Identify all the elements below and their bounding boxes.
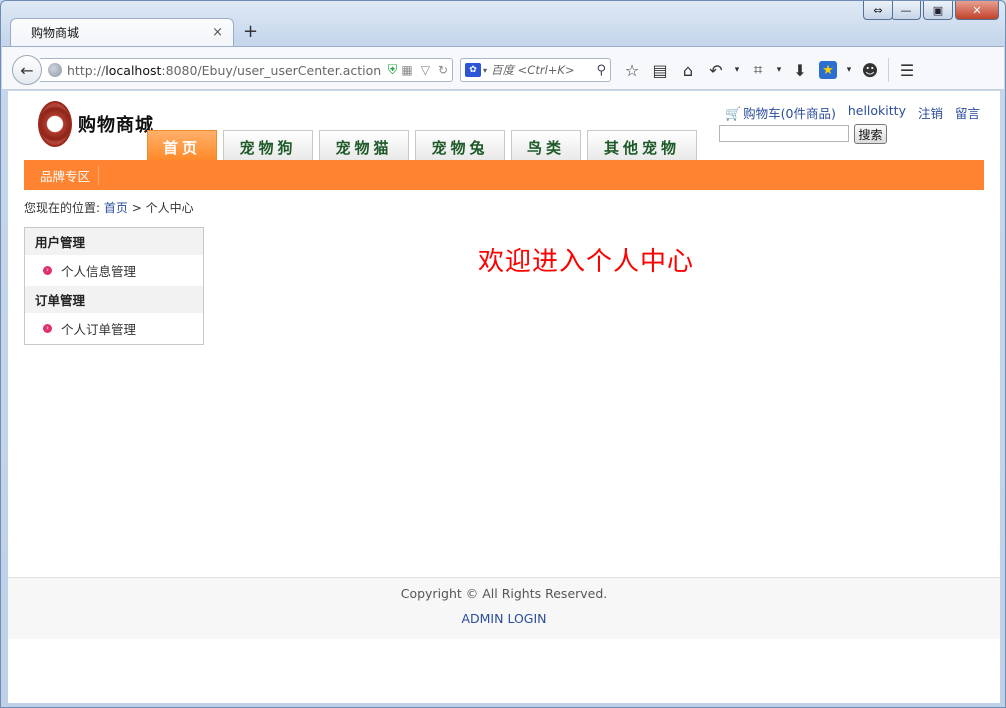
sidebar-section-user-management: 用户管理 <box>25 228 203 255</box>
chevron-down-icon[interactable]: ▾ <box>842 57 856 83</box>
tab-close-icon[interactable]: × <box>212 25 223 40</box>
user-center-sidebar: 用户管理 › 个人信息管理 订单管理 › 个人订单管理 <box>24 227 204 345</box>
user-links: 🛒 购物车(0件商品) hellokitty 注销 留言 <box>725 103 980 122</box>
reload-icon[interactable]: ↻ <box>438 63 448 77</box>
tab-birds[interactable]: 鸟类 <box>511 130 581 160</box>
tab-rabbits[interactable]: 宠物兔 <box>415 130 505 160</box>
chat-icon[interactable]: ☻ <box>856 57 884 83</box>
brand-zone-link[interactable]: 品牌专区 <box>40 165 100 185</box>
admin-login-link[interactable]: ADMIN LOGIN <box>8 611 1000 626</box>
reading-list-icon[interactable]: ▤ <box>646 57 674 83</box>
search-icon[interactable]: ⚲ <box>596 63 606 78</box>
qr-code-icon[interactable]: ▦ <box>401 63 412 77</box>
logout-link[interactable]: 注销 <box>918 103 943 122</box>
username-link[interactable]: hellokitty <box>848 103 906 122</box>
web-page: 购物商城 首页 宠物狗 宠物猫 宠物兔 鸟类 其他宠物 🛒 购物车(0件商品) h… <box>8 91 1000 703</box>
cart-link[interactable]: 🛒 购物车(0件商品) <box>725 103 836 122</box>
tab-dogs[interactable]: 宠物狗 <box>223 130 313 160</box>
search-engine-bar[interactable]: ✿ ▾ 百度 <Ctrl+K> ⚲ <box>460 58 611 82</box>
breadcrumb-current: 个人中心 <box>145 201 194 215</box>
resize-icon[interactable]: ⇔ <box>863 1 893 20</box>
home-icon[interactable]: ⌂ <box>674 57 702 83</box>
extension-star-icon[interactable]: ★ <box>814 57 842 83</box>
bookmark-star-icon[interactable]: ☆ <box>618 57 646 83</box>
site-search-input[interactable] <box>719 125 849 142</box>
sidebar-item-label: 个人信息管理 <box>61 264 137 279</box>
globe-icon <box>48 63 62 77</box>
tab-cats[interactable]: 宠物猫 <box>319 130 409 160</box>
navigation-toolbar: http://localhost:8080/Ebuy/user_userCent… <box>2 46 1004 90</box>
browser-window: ⇔ — ▣ ✕ 购物商城 × + http://localhost:8080/E… <box>0 0 1006 708</box>
minimize-button[interactable]: — <box>891 1 921 20</box>
download-icon[interactable]: ⬇ <box>786 57 814 83</box>
sidebar-item-personal-info[interactable]: › 个人信息管理 <box>25 255 203 286</box>
brand-bar: 品牌专区 <box>24 160 984 190</box>
bullet-arrow-icon: › <box>43 324 52 333</box>
new-tab-button[interactable]: + <box>243 21 258 42</box>
chevron-down-icon[interactable]: ▾ <box>730 57 744 83</box>
toolbar-separator <box>888 58 889 82</box>
chevron-down-icon[interactable]: ▾ <box>483 66 487 75</box>
site-search-button[interactable]: 搜索 <box>854 124 887 144</box>
sidebar-item-label: 个人订单管理 <box>61 322 137 337</box>
sidebar-section-order-management: 订单管理 <box>25 286 203 313</box>
url-text[interactable]: http://localhost:8080/Ebuy/user_userCent… <box>67 63 388 78</box>
cart-icon: 🛒 <box>724 107 742 122</box>
breadcrumb-home-link[interactable]: 首页 <box>104 201 128 215</box>
browser-tab[interactable]: 购物商城 × <box>10 18 234 46</box>
menu-icon[interactable]: ☰ <box>893 57 921 83</box>
shield-icon[interactable]: ⛨ <box>388 63 398 78</box>
bullet-arrow-icon: › <box>43 266 52 275</box>
welcome-message: 欢迎进入个人中心 <box>478 247 695 277</box>
tab-home[interactable]: 首页 <box>147 130 217 160</box>
footer: Copyright © All Rights Reserved. ADMIN L… <box>8 577 1000 639</box>
tab-title: 购物商城 <box>31 26 80 40</box>
close-window-button[interactable]: ✕ <box>955 1 999 20</box>
back-button[interactable]: ← <box>12 55 42 85</box>
copyright-text: Copyright © All Rights Reserved. <box>400 586 608 601</box>
tab-other-pets[interactable]: 其他宠物 <box>587 130 697 160</box>
chevron-down-icon[interactable]: ▾ <box>772 57 786 83</box>
back-arrow-icon: ← <box>20 60 34 80</box>
category-nav: 首页 宠物狗 宠物猫 宠物兔 鸟类 其他宠物 <box>147 130 697 160</box>
browser-tools: ☆ ▤ ⌂ ↶ ▾ ⌗ ▾ ⬇ ★ ▾ ☻ ☰ <box>618 57 921 83</box>
maximize-button[interactable]: ▣ <box>923 1 953 20</box>
site-logo[interactable]: 购物商城 <box>38 101 154 147</box>
message-link[interactable]: 留言 <box>955 103 980 122</box>
sidebar-item-orders[interactable]: › 个人订单管理 <box>25 313 203 344</box>
dropdown-icon[interactable]: ▽ <box>421 63 430 77</box>
logo-seal-icon <box>38 101 72 147</box>
breadcrumb-prefix: 您现在的位置: <box>24 201 101 215</box>
logo-text: 购物商城 <box>78 115 154 136</box>
address-bar[interactable]: http://localhost:8080/Ebuy/user_userCent… <box>40 58 453 82</box>
baidu-paw-icon[interactable]: ✿ <box>465 63 481 77</box>
window-controls: ⇔ — ▣ ✕ <box>863 1 999 20</box>
breadcrumb: 您现在的位置: 首页 > 个人中心 <box>24 199 194 216</box>
breadcrumb-separator: > <box>131 201 142 215</box>
undo-icon[interactable]: ↶ <box>702 57 730 83</box>
search-placeholder[interactable]: 百度 <Ctrl+K> <box>491 62 596 78</box>
crop-icon[interactable]: ⌗ <box>744 57 772 83</box>
